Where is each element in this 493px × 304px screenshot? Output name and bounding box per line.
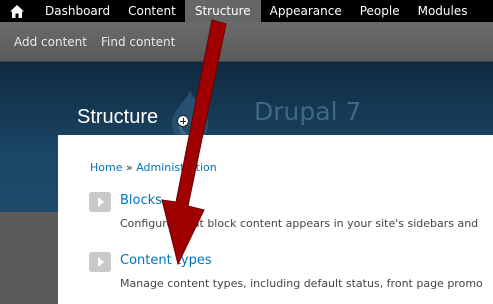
- content-panel: Home » Administration Blocks Configure w…: [58, 135, 493, 304]
- shortcuts-bar: Add content Find content: [0, 22, 493, 62]
- breadcrumb: Home » Administration: [90, 161, 217, 174]
- toolbar-item-structure[interactable]: Structure: [184, 0, 261, 22]
- toolbar-item-content[interactable]: Content: [119, 0, 185, 22]
- shortcut-find-content[interactable]: Find content: [101, 35, 175, 49]
- admin-toolbar: Dashboard Content Structure Appearance P…: [0, 0, 493, 22]
- home-icon: [10, 4, 24, 18]
- toolbar-item-dashboard[interactable]: Dashboard: [34, 0, 119, 22]
- toolbar-item-appearance[interactable]: Appearance: [261, 0, 351, 22]
- breadcrumb-separator: »: [125, 161, 133, 174]
- page-title: Structure: [77, 106, 159, 128]
- chevron-right-icon: [98, 197, 104, 207]
- content-types-expand-button[interactable]: [89, 252, 111, 272]
- admin-item-content-types-title[interactable]: Content types: [120, 253, 212, 268]
- site-name[interactable]: Drupal 7: [254, 97, 361, 126]
- chevron-right-icon: [98, 257, 104, 267]
- left-background: [0, 212, 58, 304]
- admin-item-content-types-description: Manage content types, including default …: [120, 277, 483, 290]
- toolbar-item-modules[interactable]: Modules: [409, 0, 477, 22]
- breadcrumb-administration[interactable]: Administration: [136, 161, 217, 174]
- toolbar-item-people[interactable]: People: [351, 0, 409, 22]
- shortcut-add-content[interactable]: Add content: [14, 35, 87, 49]
- plus-circle-icon[interactable]: [177, 115, 189, 127]
- breadcrumb-home[interactable]: Home: [90, 161, 122, 174]
- home-link[interactable]: [0, 0, 34, 22]
- admin-item-blocks-title[interactable]: Blocks: [120, 193, 162, 208]
- blocks-expand-button[interactable]: [89, 192, 111, 212]
- admin-item-blocks-description: Configure what block content appears in …: [120, 217, 479, 230]
